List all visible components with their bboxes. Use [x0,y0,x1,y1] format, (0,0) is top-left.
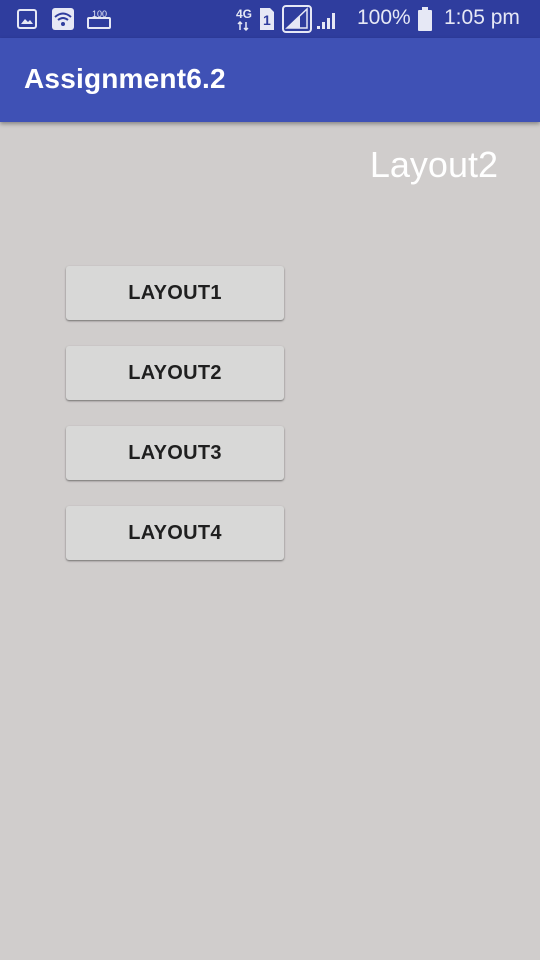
4g-icon: 4G [236,6,256,37]
sim-label: 1 [263,12,271,28]
battery-100-icon: 100 [86,8,112,35]
layout2-button[interactable]: LAYOUT2 [66,346,284,400]
layout3-button[interactable]: LAYOUT3 [66,426,284,480]
battery-percent: 100% [357,6,411,29]
status-bar: 100 4G 1 100% 1:05 pm [0,0,540,38]
image-icon [17,9,37,34]
network-label: 4G [236,7,252,21]
layout-label: Layout2 [369,144,498,185]
signal-sim1-icon [282,5,312,38]
battery-100-label: 100 [92,9,107,19]
sim1-icon: 1 [258,7,276,36]
battery-icon [418,7,432,36]
app-title: Assignment6.2 [24,63,226,94]
layout4-button[interactable]: LAYOUT4 [66,506,284,560]
layout1-button[interactable]: LAYOUT1 [66,266,284,320]
wifi-icon [52,8,74,35]
app-bar: Assignment6.2 [0,38,540,122]
signal-sim2-icon [317,8,339,35]
clock: 1:05 pm [444,6,520,29]
main-content: Layout2 LAYOUT1 LAYOUT2 LAYOUT3 LAYOUT4 [0,122,540,960]
